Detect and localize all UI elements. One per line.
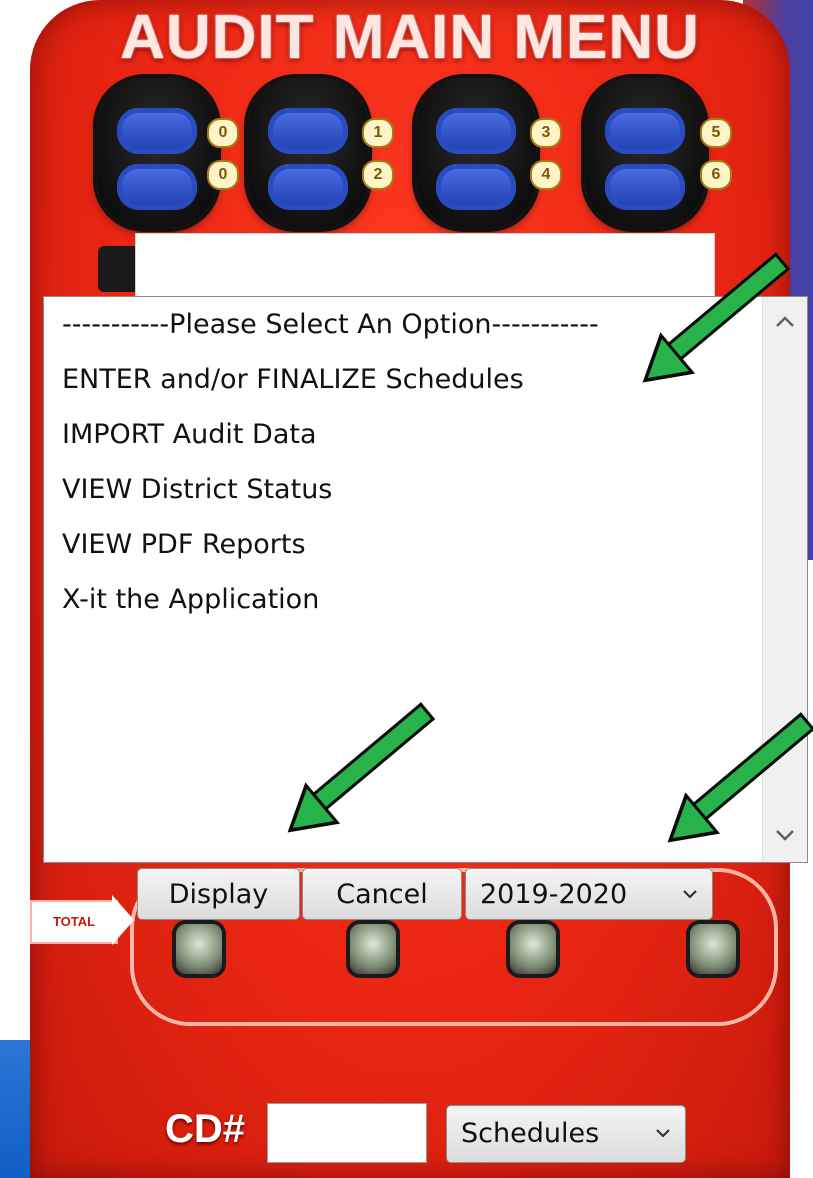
dial-4 [585, 78, 705, 228]
dial-2 [248, 78, 368, 228]
year-select-value: 2019-2020 [480, 879, 628, 910]
dial-slot [605, 164, 685, 210]
main-menu-listbox[interactable]: -----------Please Select An Option------… [43, 296, 808, 863]
dial-number-tag: 1 [362, 118, 394, 148]
dial-3 [416, 78, 536, 228]
year-select[interactable]: 2019-2020 [465, 868, 713, 920]
chevron-down-icon [682, 869, 698, 940]
dial-slot [268, 164, 348, 210]
listbox-scrollbar[interactable] [762, 297, 807, 862]
dial-number-tag: 0 [207, 118, 239, 148]
top-text-field[interactable] [135, 233, 715, 299]
app-title: AUDIT MAIN MENU [120, 3, 700, 72]
list-item-view-pdf-reports[interactable]: VIEW PDF Reports [44, 517, 764, 572]
dial-number-tag: 0 [207, 160, 239, 190]
dial-slot [268, 108, 348, 154]
cancel-button[interactable]: Cancel [302, 868, 462, 920]
dial-number-tag: 3 [530, 118, 562, 148]
knob [176, 924, 222, 974]
screen: AUDIT MAIN MENU 0 0 1 2 3 4 5 6 --------… [0, 0, 813, 1178]
list-item-import-audit-data[interactable]: IMPORT Audit Data [44, 407, 764, 462]
knob [510, 924, 556, 974]
schedules-select-value: Schedules [461, 1118, 600, 1149]
list-item-exit-application[interactable]: X-it the Application [44, 572, 764, 627]
list-item-view-district-status[interactable]: VIEW District Status [44, 462, 764, 517]
dial-slot [436, 164, 516, 210]
dial-number-tag: 2 [362, 160, 394, 190]
dial-1 [97, 78, 217, 228]
cd-input[interactable] [267, 1103, 427, 1163]
dial-slot [117, 108, 197, 154]
field-handle [98, 246, 138, 292]
dial-number-tag: 6 [700, 160, 732, 190]
dial-slot [117, 164, 197, 210]
chevron-up-icon[interactable] [763, 301, 807, 345]
dial-slot [436, 108, 516, 154]
display-button[interactable]: Display [137, 868, 300, 920]
cd-label: CD# [165, 1107, 246, 1151]
total-label: TOTAL [30, 900, 118, 944]
schedules-select[interactable]: Schedules [446, 1105, 686, 1163]
chevron-down-icon[interactable] [763, 814, 807, 858]
dial-slot [605, 108, 685, 154]
dial-number-tag: 5 [700, 118, 732, 148]
total-arrow-icon [112, 895, 134, 945]
chevron-down-icon [655, 1106, 671, 1178]
dial-number-tag: 4 [530, 160, 562, 190]
knob [350, 924, 396, 974]
